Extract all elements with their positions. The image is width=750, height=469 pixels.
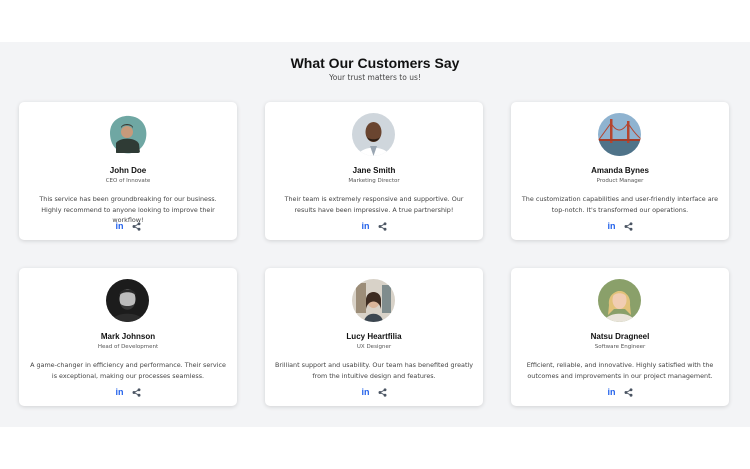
testimonial-quote: Their team is extremely responsive and s… bbox=[284, 195, 464, 214]
share-icon[interactable] bbox=[132, 387, 141, 397]
avatar bbox=[106, 113, 149, 156]
share-icon[interactable] bbox=[624, 221, 633, 231]
linkedin-icon[interactable]: in bbox=[608, 387, 616, 397]
section-subtitle: Your trust matters to us! bbox=[329, 73, 421, 82]
customer-role: Product Manager bbox=[596, 178, 644, 184]
share-icon[interactable] bbox=[378, 221, 387, 231]
testimonial-quote: Brilliant support and usability. Our tea… bbox=[275, 361, 474, 380]
customer-name: Natsu Dragneel bbox=[590, 332, 650, 341]
customer-name: John Doe bbox=[109, 166, 147, 175]
avatar bbox=[598, 279, 641, 322]
customer-name: Mark Johnson bbox=[100, 332, 156, 341]
customer-role: CEO of Innovate bbox=[105, 178, 151, 184]
social-links: in bbox=[19, 386, 237, 398]
social-links: in bbox=[19, 220, 237, 232]
testimonial-card: Amanda Bynes Product Manager The customi… bbox=[511, 102, 729, 240]
testimonial-card: Mark Johnson Head of Development A game-… bbox=[19, 268, 237, 406]
section-header: What Our Customers Say Your trust matter… bbox=[0, 55, 750, 82]
linkedin-icon[interactable]: in bbox=[116, 387, 124, 397]
testimonial-card: John Doe CEO of Innovate This service ha… bbox=[19, 102, 237, 240]
share-icon[interactable] bbox=[624, 387, 633, 397]
customer-role: Marketing Director bbox=[348, 178, 400, 184]
social-links: in bbox=[265, 220, 483, 232]
customer-role: Software Engineer bbox=[594, 344, 646, 350]
linkedin-icon[interactable]: in bbox=[362, 387, 370, 397]
avatar bbox=[352, 113, 395, 156]
testimonial-card: Jane Smith Marketing Director Their team… bbox=[265, 102, 483, 240]
testimonial-quote: Efficient, reliable, and innovative. Hig… bbox=[526, 361, 714, 380]
avatar bbox=[352, 279, 395, 322]
customer-name: Jane Smith bbox=[352, 166, 396, 175]
customer-name: Lucy Heartfilia bbox=[346, 332, 402, 341]
social-links: in bbox=[511, 386, 729, 398]
testimonial-card: Lucy Heartfilia UX Designer Brilliant su… bbox=[265, 268, 483, 406]
customer-role: UX Designer bbox=[356, 344, 392, 350]
section-title: What Our Customers Say bbox=[290, 55, 460, 71]
customer-role: Head of Development bbox=[97, 344, 159, 350]
testimonial-quote: A game-changer in efficiency and perform… bbox=[30, 361, 226, 380]
linkedin-icon[interactable]: in bbox=[362, 221, 370, 231]
testimonials-section: What Our Customers Say Your trust matter… bbox=[0, 42, 750, 427]
avatar bbox=[598, 113, 641, 156]
testimonial-card: Natsu Dragneel Software Engineer Efficie… bbox=[511, 268, 729, 406]
avatar bbox=[106, 279, 149, 322]
share-icon[interactable] bbox=[132, 221, 141, 231]
social-links: in bbox=[265, 386, 483, 398]
social-links: in bbox=[511, 220, 729, 232]
share-icon[interactable] bbox=[378, 387, 387, 397]
linkedin-icon[interactable]: in bbox=[608, 221, 616, 231]
customer-name: Amanda Bynes bbox=[591, 166, 649, 175]
testimonial-quote: The customization capabilities and user-… bbox=[521, 195, 719, 214]
linkedin-icon[interactable]: in bbox=[116, 221, 124, 231]
